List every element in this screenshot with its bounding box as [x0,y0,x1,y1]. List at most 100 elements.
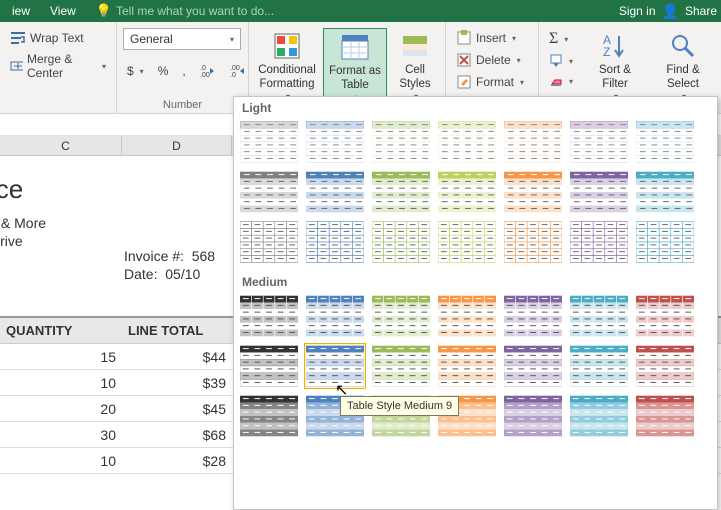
table-style-thumb[interactable] [502,393,564,439]
lightbulb-icon: 💡 [96,3,112,19]
format-as-table-button[interactable]: Format as Table▾ [323,28,387,105]
table-style-thumb[interactable] [502,119,564,165]
table-style-thumb[interactable] [502,293,564,339]
cell-quantity[interactable]: 30 [0,422,122,447]
conditional-formatting-button[interactable]: Conditional Formatting▾ [255,28,319,103]
format-as-table-icon [339,31,371,63]
table-style-thumb[interactable] [634,119,696,165]
titlebar-prev-tab[interactable]: iew [4,2,38,20]
format-as-table-label: Format as Table [326,65,384,93]
table-style-thumb[interactable] [568,169,630,215]
table-style-thumb[interactable] [568,119,630,165]
number-group-label: Number [123,99,242,112]
table-style-thumb[interactable] [436,293,498,339]
cell-quantity[interactable]: 15 [0,344,122,369]
cell-line-total[interactable]: $44 [122,344,232,369]
fill-button[interactable]: ▾ [545,52,577,70]
wrap-text-icon [10,30,26,46]
table-style-thumb[interactable] [304,219,366,265]
cell-quantity[interactable]: 10 [0,370,122,395]
delete-button[interactable]: Delete▾ [452,50,532,70]
cell-line-total[interactable]: $28 [122,448,232,473]
table-style-thumb[interactable] [634,219,696,265]
increase-decimal-button[interactable]: .0.00 [196,62,220,80]
percent-button[interactable]: % [154,62,173,80]
table-style-thumb[interactable] [568,293,630,339]
decrease-decimal-icon: .00.0 [230,64,246,78]
table-style-thumb[interactable] [436,169,498,215]
conditional-formatting-label: Conditional Formatting [257,64,317,92]
table-style-thumb[interactable] [370,293,432,339]
cell-quantity[interactable]: 10 [0,448,122,473]
table-style-thumb[interactable] [436,343,498,389]
table-style-thumb[interactable] [304,293,366,339]
table-style-thumb[interactable] [436,219,498,265]
table-style-thumb[interactable] [238,219,300,265]
chevron-down-icon: ▾ [102,62,106,71]
table-style-thumb[interactable] [568,343,630,389]
fill-icon [549,54,563,68]
merge-icon [10,58,23,74]
share-button[interactable]: Share [685,4,717,18]
table-style-thumb[interactable] [238,169,300,215]
table-style-thumb[interactable] [238,293,300,339]
cell-line-total[interactable]: $45 [122,396,232,421]
col-header-c[interactable]: C [10,136,122,155]
col-header-d[interactable]: D [122,136,232,155]
insert-button[interactable]: Insert▾ [452,28,532,48]
comma-button[interactable]: , [178,62,189,80]
clear-icon [549,74,563,88]
cell-styles-button[interactable]: Cell Styles▾ [391,28,439,103]
table-style-thumb[interactable] [502,343,564,389]
insert-cells-icon [456,30,472,46]
merge-center-label: Merge & Center [27,52,96,80]
sign-in-link[interactable]: Sign in [619,4,656,18]
table-style-thumb[interactable] [436,119,498,165]
table-style-thumb[interactable] [304,343,366,389]
table-style-thumb[interactable] [502,219,564,265]
table-style-thumb[interactable] [304,169,366,215]
invoice-number-label: Invoice #: [124,248,184,264]
table-style-gallery[interactable]: Light Medium [233,96,718,510]
clear-button[interactable]: ▾ [545,72,577,90]
table-style-thumb[interactable] [634,169,696,215]
sort-filter-button[interactable]: AZ Sort & Filter▾ [583,28,647,103]
table-style-thumb[interactable] [568,393,630,439]
svg-text:.00: .00 [200,72,210,78]
number-format-dropdown[interactable]: General ▾ [123,28,241,50]
delete-cells-icon [456,52,472,68]
wrap-text-button[interactable]: Wrap Text [6,28,110,48]
table-style-thumb[interactable] [370,219,432,265]
currency-button[interactable]: $▾ [123,62,148,80]
table-style-thumb[interactable] [238,393,300,439]
table-style-thumb[interactable] [370,119,432,165]
cell-line-total[interactable]: $39 [122,370,232,395]
table-style-thumb[interactable] [238,343,300,389]
invoice-date-label: Date: [124,266,157,282]
header-line-total[interactable]: LINE TOTAL [122,318,232,343]
header-quantity[interactable]: QUANTITY [0,318,122,343]
decrease-decimal-button[interactable]: .00.0 [226,62,250,80]
svg-text:.0: .0 [230,72,236,78]
table-style-thumb[interactable] [568,219,630,265]
tab-view[interactable]: View [42,2,84,20]
format-button[interactable]: Format▾ [452,72,532,92]
table-style-thumb[interactable] [634,293,696,339]
gallery-section-medium: Medium [234,271,717,291]
table-style-thumb[interactable] [502,169,564,215]
increase-decimal-icon: .0.00 [200,64,216,78]
table-style-thumb[interactable] [238,119,300,165]
cell-line-total[interactable]: $68 [122,422,232,447]
cell-quantity[interactable]: 20 [0,396,122,421]
table-style-thumb[interactable] [370,169,432,215]
merge-center-button[interactable]: Merge & Center ▾ [6,50,110,82]
table-style-thumb[interactable] [634,393,696,439]
table-style-thumb[interactable] [370,343,432,389]
table-style-thumb[interactable] [634,343,696,389]
autosum-button[interactable]: Σ▾ [545,28,577,50]
find-select-button[interactable]: Find & Select▾ [651,28,715,103]
number-group: General ▾ $▾ % , .0.00 .00.0 Number [117,22,249,113]
table-style-thumb[interactable] [304,119,366,165]
tell-me-search[interactable]: 💡 Tell me what you want to do... [96,3,274,19]
wrap-text-label: Wrap Text [30,31,84,45]
